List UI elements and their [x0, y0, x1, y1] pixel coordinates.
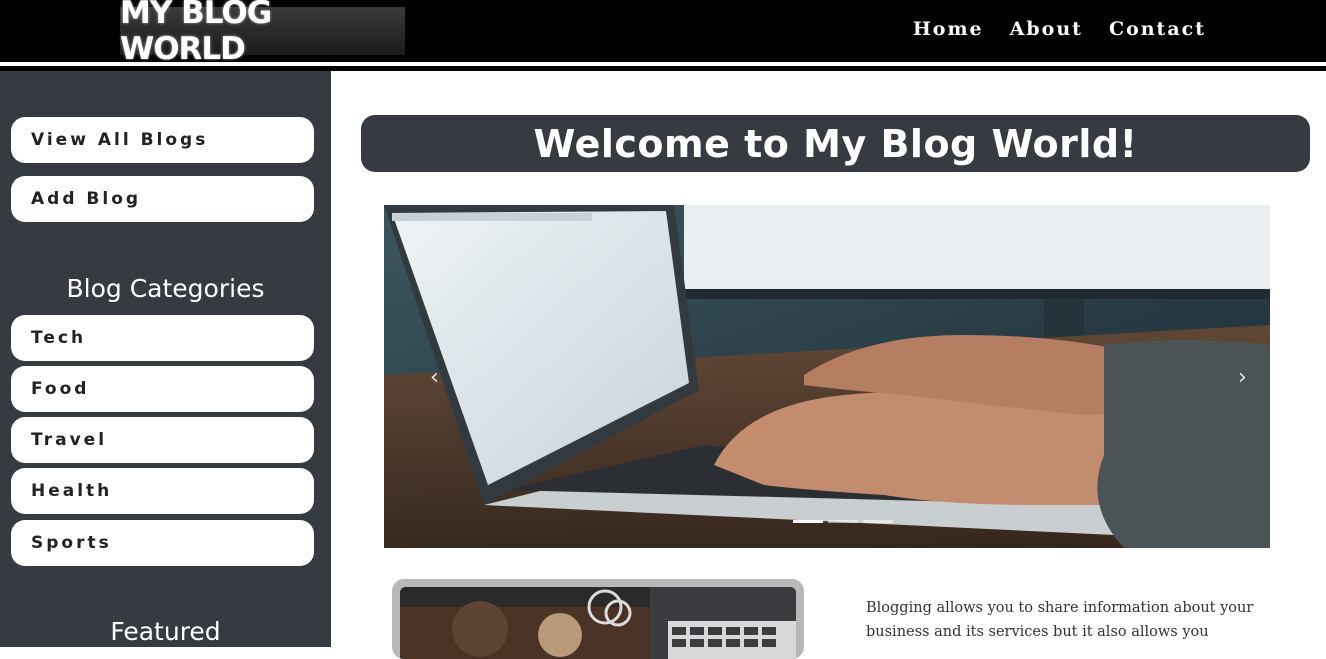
nav-about-link[interactable]: About: [1010, 18, 1083, 40]
category-sports-button[interactable]: Sports: [11, 520, 314, 566]
featured-post-card[interactable]: [392, 579, 804, 659]
carousel-indicator-3[interactable]: [863, 520, 893, 523]
carousel-next-icon[interactable]: ›: [1238, 365, 1247, 390]
welcome-title: Welcome to My Blog World!: [533, 121, 1138, 166]
view-all-blogs-button[interactable]: View All Blogs: [11, 117, 314, 163]
carousel-slide-image: [384, 205, 1270, 548]
category-tech-button[interactable]: Tech: [11, 315, 314, 361]
welcome-banner: Welcome to My Blog World!: [361, 115, 1310, 172]
intro-paragraph: Blogging allows you to share information…: [866, 600, 1254, 640]
site-logo[interactable]: MY BLOG WORLD: [120, 0, 405, 67]
carousel-indicator-1[interactable]: [793, 520, 823, 523]
carousel-indicator-2[interactable]: [828, 520, 858, 523]
featured-heading: Featured: [110, 617, 221, 646]
image-carousel[interactable]: ‹ ›: [384, 205, 1270, 548]
nav-home-link[interactable]: Home: [913, 18, 984, 40]
category-health-button[interactable]: Health: [11, 468, 314, 514]
nav-contact-link[interactable]: Contact: [1109, 18, 1206, 40]
sidebar: View All Blogs Add Blog Blog Categories …: [0, 71, 331, 647]
carousel-indicators: [793, 520, 893, 523]
top-navbar: MY BLOG WORLD Home About Contact: [0, 0, 1326, 67]
category-food-button[interactable]: Food: [11, 366, 314, 412]
featured-post-image: [400, 587, 796, 659]
carousel-prev-icon[interactable]: ‹: [430, 365, 439, 390]
logo-text: MY BLOG WORLD: [120, 0, 272, 67]
main-nav: Home About Contact: [913, 18, 1206, 40]
blog-categories-heading: Blog Categories: [66, 274, 265, 303]
add-blog-button[interactable]: Add Blog: [11, 176, 314, 222]
category-travel-button[interactable]: Travel: [11, 417, 314, 463]
